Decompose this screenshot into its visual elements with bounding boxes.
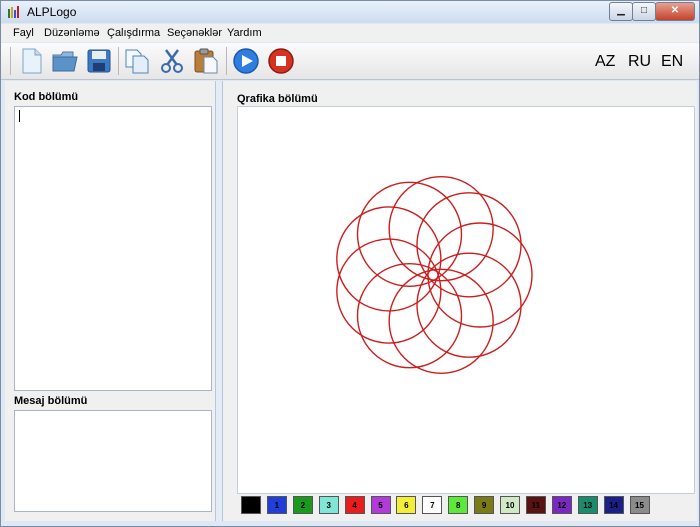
toolbar-separator — [118, 47, 119, 75]
color-swatch-4[interactable]: 4 — [344, 496, 365, 514]
color-swatch-9[interactable]: 9 — [474, 496, 495, 514]
color-swatch-14[interactable]: 14 — [603, 496, 624, 514]
color-swatch-1[interactable]: 1 — [266, 496, 287, 514]
language-az-button[interactable]: AZ — [595, 53, 615, 71]
scissors-icon[interactable] — [158, 47, 186, 75]
menu-edit[interactable]: Düzənləmə — [44, 27, 100, 39]
right-pane: Qrafika bölümü 1 2 3 4 5 6 7 8 9 10 11 12 13 14 15 — [223, 81, 697, 521]
message-area — [14, 410, 212, 512]
clipboard-icon[interactable] — [192, 47, 220, 75]
pane-splitter[interactable] — [215, 81, 223, 521]
menu-run[interactable]: Çalışdırma — [107, 27, 160, 39]
left-pane: Kod bölümü Mesaj bölümü — [5, 81, 215, 521]
color-swatch-5[interactable]: 5 — [370, 496, 391, 514]
color-swatch-11[interactable]: 11 — [525, 496, 546, 514]
color-swatch-7[interactable]: 7 — [422, 496, 443, 514]
color-swatch-8[interactable]: 8 — [448, 496, 469, 514]
new-document-icon[interactable] — [17, 47, 45, 75]
spirograph-circle — [427, 222, 533, 328]
menu-options[interactable]: Seçənəklər — [167, 27, 222, 39]
copy-icon[interactable] — [123, 47, 151, 75]
color-swatch-6[interactable]: 6 — [396, 496, 417, 514]
window-title: ALPLogo — [27, 5, 77, 19]
color-swatch-12[interactable]: 12 — [551, 496, 572, 514]
color-swatch-2[interactable]: 2 — [292, 496, 313, 514]
minimize-button[interactable]: ▁ — [609, 2, 633, 21]
maximize-button[interactable]: □ — [632, 2, 656, 21]
text-caret — [19, 110, 20, 122]
color-swatch-10[interactable]: 10 — [500, 496, 520, 514]
app-window: ALPLogo ▁ □ ✕ Fayl Düzənləmə Çalışdırma … — [0, 0, 700, 527]
code-section-label: Kod bölümü — [14, 91, 79, 103]
graphics-section-label: Qrafika bölümü — [237, 93, 318, 105]
toolbar: AZ RU EN — [1, 43, 699, 80]
menu-bar: Fayl Düzənləmə Çalışdırma Seçənəklər Yar… — [1, 24, 699, 42]
stop-icon[interactable] — [267, 47, 295, 75]
color-swatch-15[interactable]: 15 — [629, 496, 650, 514]
floppy-disk-icon[interactable] — [85, 47, 113, 75]
title-bar: ALPLogo ▁ □ ✕ — [1, 1, 699, 23]
language-ru-button[interactable]: RU — [628, 53, 651, 71]
folder-icon[interactable] — [51, 47, 79, 75]
toolbar-separator — [226, 47, 227, 75]
menu-file[interactable]: Fayl — [13, 27, 34, 39]
menu-help[interactable]: Yardım — [227, 27, 262, 39]
spirograph-circle — [416, 192, 522, 298]
color-swatch-13[interactable]: 13 — [577, 496, 598, 514]
message-section-label: Mesaj bölümü — [14, 395, 88, 407]
graphics-canvas[interactable] — [237, 106, 695, 494]
play-icon[interactable] — [232, 47, 260, 75]
color-swatch-3[interactable]: 3 — [318, 496, 339, 514]
language-en-button[interactable]: EN — [661, 53, 683, 71]
color-palette: 1 2 3 4 5 6 7 8 9 10 11 12 13 14 15 — [237, 493, 693, 519]
close-button[interactable]: ✕ — [655, 2, 695, 21]
app-logo-icon — [8, 6, 19, 18]
spirograph-drawing — [336, 176, 533, 374]
toolbar-separator — [10, 47, 11, 75]
code-editor[interactable] — [14, 106, 212, 391]
color-swatch-0[interactable] — [241, 496, 261, 514]
